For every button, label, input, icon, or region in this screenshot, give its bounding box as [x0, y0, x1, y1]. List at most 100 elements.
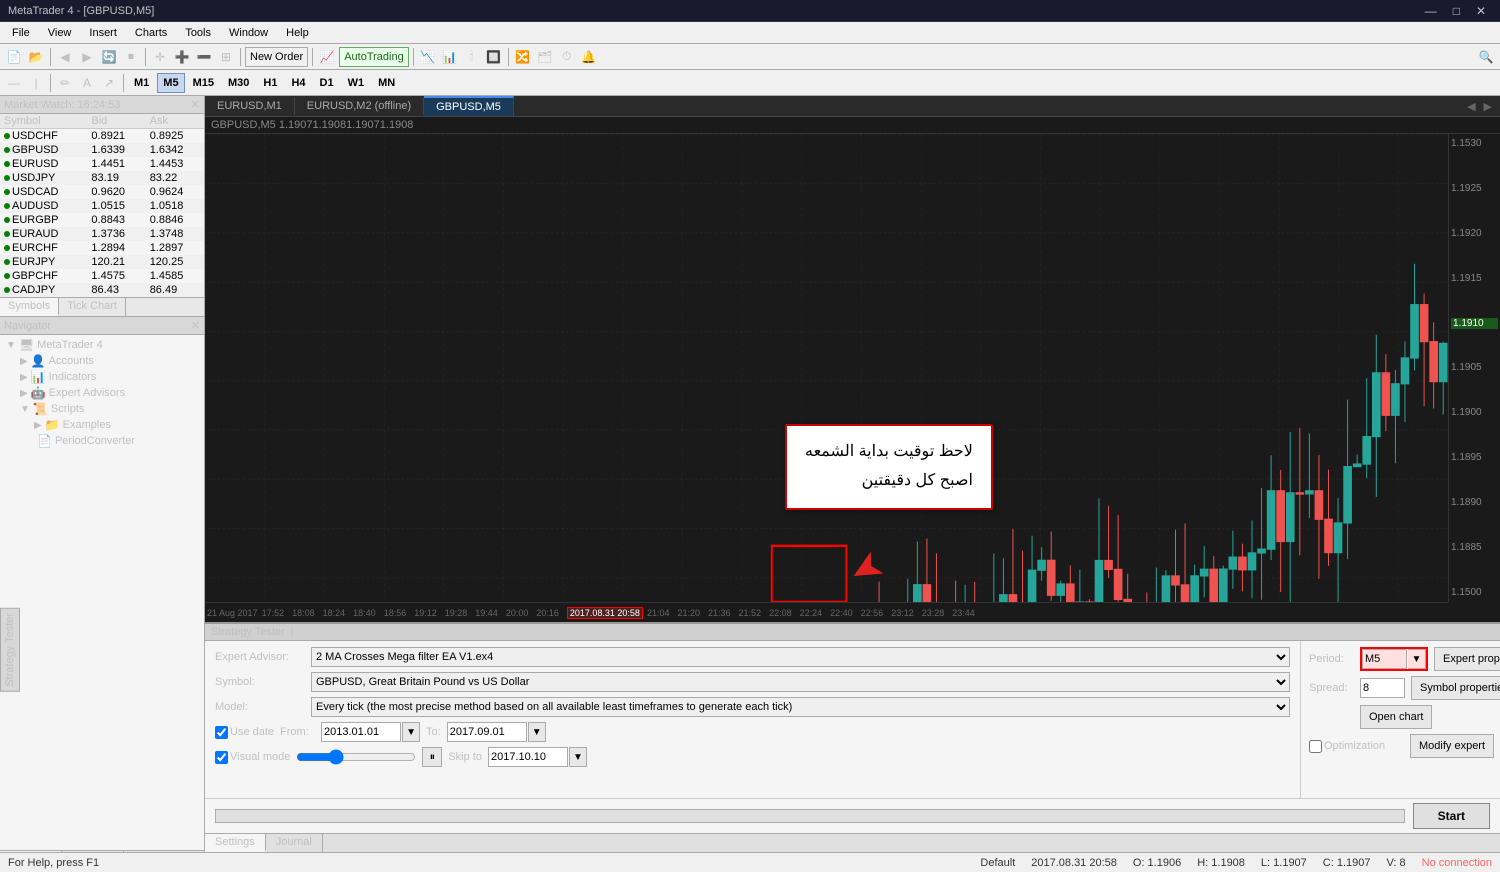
tb2-draw-icon[interactable]: | [26, 73, 46, 93]
tb-area-icon[interactable]: 🔲 [484, 47, 504, 67]
st-to-input[interactable] [447, 722, 527, 742]
modify-expert-button[interactable]: Modify expert [1410, 734, 1494, 758]
chart-scroll-left-icon[interactable]: ◀ [1463, 100, 1479, 113]
tree-examples[interactable]: ▶ 📁 Examples [30, 417, 202, 433]
st-symbol-select[interactable]: GBPUSD, Great Britain Pound vs US Dollar [311, 672, 1290, 692]
tb-forward-icon[interactable]: ▶ [77, 47, 97, 67]
nav-tab-favorites[interactable]: Favorites [62, 851, 124, 852]
st-pause-btn[interactable]: ⏸ [422, 747, 442, 767]
menu-charts[interactable]: Charts [127, 25, 175, 41]
menu-help[interactable]: Help [278, 25, 317, 41]
st-from-calendar-btn[interactable]: ▼ [402, 722, 420, 742]
auto-trading-button[interactable]: AutoTrading [339, 47, 409, 67]
open-chart-button[interactable]: Open chart [1360, 705, 1432, 729]
market-watch-row[interactable]: EURCHF 1.2894 1.2897 [0, 241, 204, 255]
tb2-pencil-icon[interactable]: ✏ [55, 73, 75, 93]
tree-indicators[interactable]: ▶ 📊 Indicators [16, 369, 202, 385]
tb-alerts-icon[interactable]: 🔔 [579, 47, 599, 67]
st-skipto-input[interactable] [488, 747, 568, 767]
market-watch-row[interactable]: USDCAD 0.9620 0.9624 [0, 185, 204, 199]
chart-tab-eurusd-m1[interactable]: EURUSD,M1 [205, 97, 295, 115]
tb-candle-icon[interactable]: 🕯 [462, 47, 482, 67]
st-period-input[interactable] [1362, 649, 1407, 669]
chart-scroll-right-icon[interactable]: ▶ [1480, 100, 1496, 113]
period-m15[interactable]: M15 [187, 73, 220, 93]
mw-tab-symbols[interactable]: Symbols [0, 298, 59, 316]
tb-line-icon[interactable]: 📉 [418, 47, 438, 67]
st-skipto-calendar-btn[interactable]: ▼ [569, 747, 587, 767]
market-watch-row[interactable]: CADJPY 86.43 86.49 [0, 283, 204, 297]
st-model-select[interactable]: Every tick (the most precise method base… [311, 697, 1290, 717]
st-spread-input[interactable] [1360, 678, 1405, 698]
tb-period-sep-icon[interactable]: ⏱ [557, 47, 577, 67]
period-h1[interactable]: H1 [257, 73, 283, 93]
chart-tab-gbpusd-m5[interactable]: GBPUSD,M5 [424, 96, 514, 116]
tb2-arrow-icon[interactable]: ↗ [99, 73, 119, 93]
market-watch-row[interactable]: EURUSD 1.4451 1.4453 [0, 157, 204, 171]
mw-tab-tick-chart[interactable]: Tick Chart [59, 298, 126, 316]
chart-canvas[interactable]: 1.1530 1.1925 1.1920 1.1915 1.1910 1.190… [205, 134, 1500, 622]
symbol-properties-button[interactable]: Symbol properties [1411, 676, 1500, 700]
tree-accounts[interactable]: ▶ 👤 Accounts [16, 353, 202, 369]
tb-zoom-in-icon[interactable]: ➕ [172, 47, 192, 67]
market-watch-close-icon[interactable]: ✕ [191, 98, 200, 111]
tb-search-icon[interactable]: 🔍 [1476, 47, 1496, 67]
st-optimization-checkbox[interactable] [1309, 740, 1322, 753]
start-button[interactable]: Start [1413, 803, 1490, 829]
expert-properties-button[interactable]: Expert properties [1434, 647, 1500, 671]
market-watch-row[interactable]: EURGBP 0.8843 0.8846 [0, 213, 204, 227]
period-m5[interactable]: M5 [157, 73, 184, 93]
market-watch-row[interactable]: EURAUD 1.3736 1.3748 [0, 227, 204, 241]
tree-scripts[interactable]: ▼ 📜 Scripts [16, 401, 202, 417]
st-ea-select[interactable]: 2 MA Crosses Mega filter EA V1.ex4 [311, 647, 1290, 667]
minimize-button[interactable]: — [1419, 4, 1443, 18]
st-visual-slider[interactable] [296, 749, 416, 765]
menu-window[interactable]: Window [221, 25, 276, 41]
st-tab-journal[interactable]: Journal [266, 834, 323, 852]
period-m30[interactable]: M30 [222, 73, 255, 93]
st-period-dropdown-btn[interactable]: ▼ [1408, 649, 1426, 669]
st-usedate-checkbox[interactable] [215, 726, 228, 739]
market-watch-row[interactable]: USDJPY 83.19 83.22 [0, 171, 204, 185]
nav-tab-common[interactable]: Common [0, 851, 62, 852]
tb-chart-icon[interactable]: 📈 [317, 47, 337, 67]
menu-file[interactable]: File [4, 25, 38, 41]
market-watch-row[interactable]: AUDUSD 1.0515 1.0518 [0, 199, 204, 213]
tb2-text-icon[interactable]: A [77, 73, 97, 93]
tb-indicators-icon[interactable]: 🔀 [513, 47, 533, 67]
tb-grid-icon[interactable]: ⊞ [216, 47, 236, 67]
st-to-calendar-btn[interactable]: ▼ [528, 722, 546, 742]
tb-open-icon[interactable]: 📂 [26, 47, 46, 67]
period-m1[interactable]: M1 [128, 73, 155, 93]
navigator-close-icon[interactable]: ✕ [191, 319, 200, 332]
st-sidebar-label[interactable]: Strategy Tester [0, 608, 20, 692]
tb-refresh-icon[interactable]: 🔄 [99, 47, 119, 67]
tree-metatrader4[interactable]: ▼ 🖥 MetaTrader 4 [2, 337, 202, 353]
tb-crosshair-icon[interactable]: ✛ [150, 47, 170, 67]
tree-period-converter[interactable]: 📄 PeriodConverter [30, 433, 202, 449]
st-tab-settings[interactable]: Settings [205, 834, 266, 852]
maximize-button[interactable]: □ [1447, 4, 1466, 18]
period-d1[interactable]: D1 [314, 73, 340, 93]
tb-back-icon[interactable]: ◀ [55, 47, 75, 67]
menu-view[interactable]: View [40, 25, 80, 41]
menu-tools[interactable]: Tools [177, 25, 219, 41]
tb-zoom-out-icon[interactable]: ➖ [194, 47, 214, 67]
period-h4[interactable]: H4 [285, 73, 311, 93]
tb-new-icon[interactable]: 📄 [4, 47, 24, 67]
tb-stop-icon[interactable]: ⏹ [121, 47, 141, 67]
period-w1[interactable]: W1 [342, 73, 371, 93]
market-watch-row[interactable]: EURJPY 120.21 120.25 [0, 255, 204, 269]
market-watch-row[interactable]: USDCHF 0.8921 0.8925 [0, 129, 204, 144]
st-visual-checkbox[interactable] [215, 751, 228, 764]
menu-insert[interactable]: Insert [81, 25, 125, 41]
market-watch-row[interactable]: GBPUSD 1.6339 1.6342 [0, 143, 204, 157]
period-mn[interactable]: MN [372, 73, 401, 93]
market-watch-row[interactable]: GBPCHF 1.4575 1.4585 [0, 269, 204, 283]
tb-templates-icon[interactable]: 🗂 [535, 47, 555, 67]
st-from-input[interactable] [321, 722, 401, 742]
tb2-line-icon[interactable]: — [4, 73, 24, 93]
tb-bar-icon[interactable]: 📊 [440, 47, 460, 67]
new-order-button[interactable]: New Order [245, 47, 308, 67]
close-button[interactable]: ✕ [1470, 4, 1492, 18]
